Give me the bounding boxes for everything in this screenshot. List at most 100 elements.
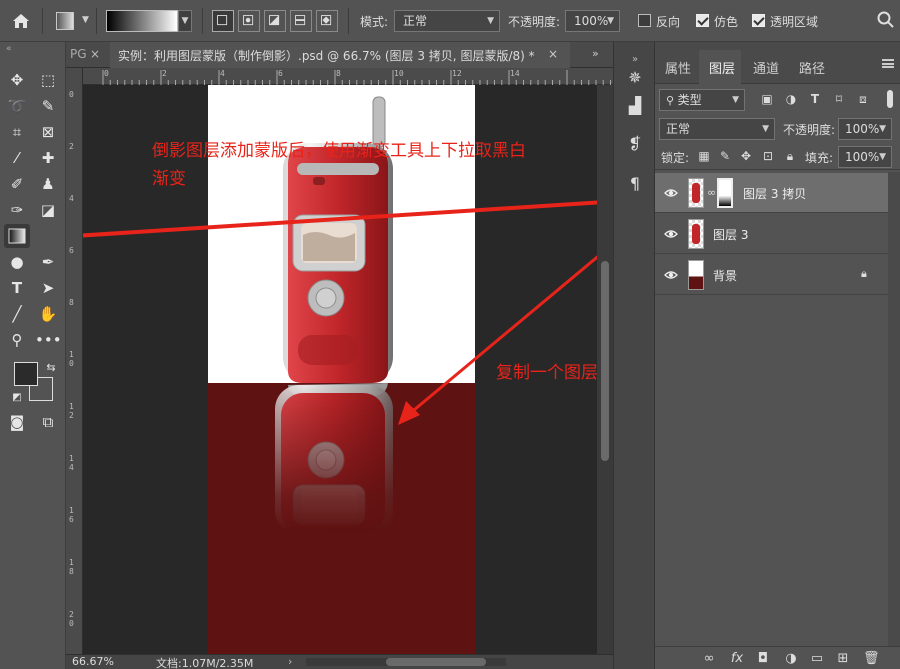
move-tool-icon[interactable]: ✥ xyxy=(4,68,30,92)
eraser-tool-icon[interactable]: ◪ xyxy=(35,198,61,222)
history-icon[interactable]: ❡ xyxy=(623,132,647,156)
eye-icon[interactable] xyxy=(664,268,678,282)
linear-gradient-button[interactable] xyxy=(212,10,234,32)
more-tools-icon[interactable]: ••• xyxy=(35,328,62,352)
layer-filter-select[interactable]: ⚲ 类型 ▼ xyxy=(659,89,745,111)
adjustment-filter-icon[interactable]: ◑ xyxy=(784,92,798,106)
screen-mode-icon[interactable]: ⧉ xyxy=(35,410,61,434)
vertical-ruler[interactable]: 0 2 4 6 8 1 0 1 2 1 4 1 6 1 8 2 0 xyxy=(66,68,83,654)
stamp-tool-icon[interactable]: ♟ xyxy=(35,172,61,196)
quick-mask-icon[interactable]: ◙ xyxy=(4,410,30,434)
layer-name[interactable]: 背景 xyxy=(713,267,737,284)
layer-row[interactable]: ∞ 图层 3 拷贝 xyxy=(655,173,888,213)
crop-tool-icon[interactable]: ⌗ xyxy=(4,120,30,144)
scrollbar-thumb[interactable] xyxy=(386,658,486,666)
opacity-input[interactable]: 100% ▼ xyxy=(565,10,620,32)
layer-mask-thumbnail[interactable] xyxy=(717,178,733,208)
diamond-gradient-button[interactable] xyxy=(316,10,338,32)
adjustment-layer-icon[interactable]: ◑ xyxy=(783,651,799,667)
layer-name[interactable]: 图层 3 拷贝 xyxy=(743,185,806,202)
type-tool-icon[interactable]: T xyxy=(4,276,30,300)
lasso-tool-icon[interactable]: ➰ xyxy=(4,94,30,118)
home-icon[interactable] xyxy=(10,10,32,32)
quick-select-tool-icon[interactable]: ✎ xyxy=(35,94,61,118)
active-document-tab[interactable]: 实例：利用图层蒙版（制作倒影）.psd @ 66.7% (图层 3 拷贝, 图层… xyxy=(110,42,570,68)
fx-icon[interactable]: fx xyxy=(729,651,745,667)
more-tabs-icon[interactable]: » xyxy=(592,47,599,60)
layer-opacity-input[interactable]: 100% ▼ xyxy=(838,118,892,140)
zoom-tool-icon[interactable]: ⚲ xyxy=(4,328,30,352)
trash-icon[interactable]: 🗑︎ xyxy=(863,651,880,667)
fill-input[interactable]: 100% ▼ xyxy=(838,146,892,168)
radial-gradient-button[interactable] xyxy=(238,10,260,32)
tool-preset-icon[interactable] xyxy=(56,12,74,30)
tab-layers[interactable]: 图层 xyxy=(709,58,735,77)
previous-tab-label[interactable]: PG xyxy=(70,47,87,61)
default-colors-icon[interactable]: ◩ xyxy=(4,386,30,410)
path-select-tool-icon[interactable]: ➤ xyxy=(35,276,61,300)
new-layer-icon[interactable]: ⊞ xyxy=(835,651,851,667)
pen-tool-icon[interactable]: ✒ xyxy=(35,250,61,274)
foreground-color-swatch[interactable] xyxy=(14,362,38,386)
gradient-picker-dropdown[interactable]: ▼ xyxy=(178,10,192,32)
transparency-checkbox[interactable] xyxy=(752,14,765,27)
swap-colors-icon[interactable]: ⇆ xyxy=(38,356,64,380)
lock-transparent-icon[interactable]: ▦ xyxy=(697,149,711,163)
filter-toggle[interactable] xyxy=(887,90,893,108)
chevron-right-icon[interactable]: › xyxy=(288,655,292,668)
link-icon[interactable]: ∞ xyxy=(707,186,716,199)
shape-filter-icon[interactable]: ⌑ xyxy=(832,92,846,106)
link-layers-icon[interactable]: ∞ xyxy=(701,651,717,667)
layers-scrollbar[interactable] xyxy=(888,172,900,669)
new-group-icon[interactable]: ▭ xyxy=(809,651,825,667)
navigator-icon[interactable]: ✵ xyxy=(623,66,647,90)
histogram-icon[interactable]: ▟ xyxy=(623,94,647,118)
history-brush-tool-icon[interactable]: ✑ xyxy=(4,198,30,222)
brush-tool-icon[interactable]: ✐ xyxy=(4,172,30,196)
marquee-tool-icon[interactable]: ⬚ xyxy=(35,68,61,92)
dodge-tool-icon[interactable]: ● xyxy=(4,250,30,274)
eye-icon[interactable] xyxy=(664,186,678,200)
healing-brush-tool-icon[interactable]: ✚ xyxy=(35,146,61,170)
lock-position-icon[interactable]: ✥ xyxy=(739,149,753,163)
search-icon[interactable] xyxy=(876,10,896,30)
lock-all-icon[interactable]: 🔒︎ xyxy=(783,149,797,163)
reflected-gradient-button[interactable] xyxy=(290,10,312,32)
pixel-filter-icon[interactable]: ▣ xyxy=(760,92,774,106)
layer-name[interactable]: 图层 3 xyxy=(713,226,748,243)
eyedropper-tool-icon[interactable]: ⁄ xyxy=(4,146,30,170)
tab-properties[interactable]: 属性 xyxy=(665,58,691,77)
panel-menu-icon[interactable] xyxy=(882,59,894,68)
close-icon[interactable]: × xyxy=(90,47,100,61)
tab-channels[interactable]: 通道 xyxy=(753,58,779,77)
scrollbar-thumb[interactable] xyxy=(601,261,609,461)
chevron-down-icon[interactable]: ▼ xyxy=(82,15,89,25)
gradient-tool-icon[interactable] xyxy=(4,224,30,248)
horizontal-scrollbar[interactable] xyxy=(306,658,506,666)
close-icon[interactable]: × xyxy=(548,47,558,61)
mode-select[interactable]: 正常 ▼ xyxy=(394,10,500,32)
blend-mode-select[interactable]: 正常 ▼ xyxy=(659,118,775,140)
hand-tool-icon[interactable]: ✋ xyxy=(35,302,61,326)
smart-object-filter-icon[interactable]: ⧈ xyxy=(856,92,870,106)
layer-row[interactable]: 图层 3 xyxy=(655,214,888,254)
chevron-down-icon: ▼ xyxy=(879,124,886,134)
eye-icon[interactable] xyxy=(664,227,678,241)
layer-row[interactable]: 背景 🔒︎ xyxy=(655,255,888,295)
panel-collapse-icon[interactable]: « xyxy=(6,44,14,54)
frame-tool-icon[interactable]: ⊠ xyxy=(35,120,61,144)
lock-image-icon[interactable]: ✎ xyxy=(718,149,732,163)
line-tool-icon[interactable]: ╱ xyxy=(4,302,30,326)
vertical-scrollbar[interactable] xyxy=(597,85,613,654)
type-filter-icon[interactable]: T xyxy=(808,92,822,106)
gradient-preview[interactable] xyxy=(106,10,178,32)
add-mask-icon[interactable]: ◘ xyxy=(755,651,771,667)
zoom-level[interactable]: 66.67% xyxy=(72,655,114,668)
reverse-checkbox[interactable] xyxy=(638,14,651,27)
horizontal-ruler[interactable]: 0 2 4 6 8 10 12 14 xyxy=(83,68,613,85)
angle-gradient-button[interactable] xyxy=(264,10,286,32)
dither-checkbox[interactable] xyxy=(696,14,709,27)
tab-paths[interactable]: 路径 xyxy=(799,58,825,77)
paragraph-icon[interactable]: ¶ xyxy=(623,172,647,196)
lock-artboard-icon[interactable]: ⊡ xyxy=(761,149,775,163)
